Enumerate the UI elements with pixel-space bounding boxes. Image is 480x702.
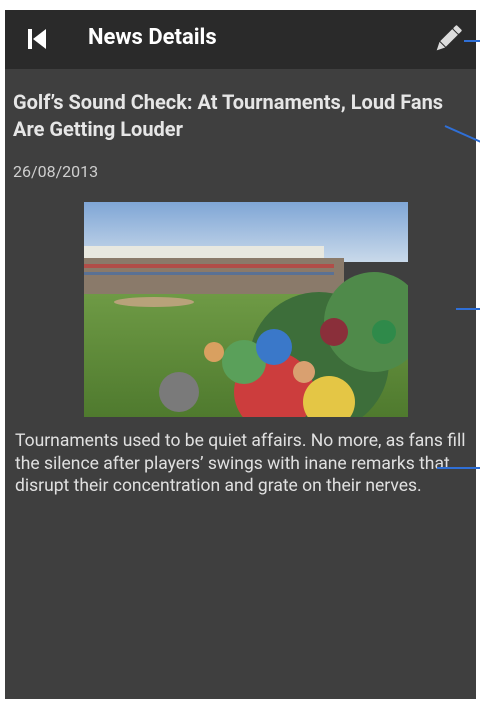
article-image xyxy=(84,202,408,417)
edit-button[interactable] xyxy=(431,22,465,56)
annotation-line-image xyxy=(456,308,480,310)
news-details-screen: News Details Golf’s Sound Check: At Tour… xyxy=(5,10,476,699)
pencil-icon xyxy=(436,25,462,51)
article-title: Golf’s Sound Check: At Tournaments, Loud… xyxy=(13,90,444,141)
annotation-line-summary xyxy=(437,467,480,469)
article-date: 26/08/2013 xyxy=(13,162,99,181)
skip-back-icon xyxy=(28,29,46,49)
toolbar: News Details xyxy=(5,10,476,69)
page-title: News Details xyxy=(88,25,217,50)
article-summary: Tournaments used to be quiet affairs. No… xyxy=(15,431,466,496)
back-button[interactable] xyxy=(27,27,47,51)
annotation-line-toolbar xyxy=(464,40,480,42)
